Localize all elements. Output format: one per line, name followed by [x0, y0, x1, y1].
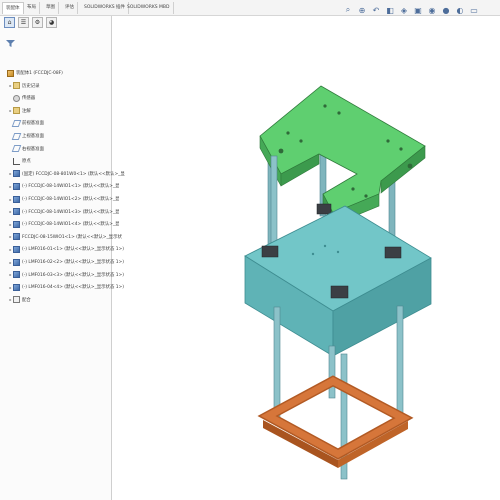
tree-item-label: (-) LMF016-02<2> (默认<<默认>_显示状态 1>) — [22, 260, 124, 265]
tree-item-label: (-) LMF016-04<4> (默认<<默认>_显示状态 1>) — [22, 285, 124, 291]
tree-item[interactable]: ▸ (-) LMF016-02<2> (默认<<默认>_显示状态 1>) — [8, 257, 124, 267]
part-icon — [13, 233, 20, 241]
tree-item[interactable]: ▸ (-) LMF016-03<3> (默认<<默认>_显示状态 1>) — [8, 270, 124, 280]
plane-icon — [11, 119, 22, 127]
tree-item[interactable]: 右视基准面 — [8, 144, 44, 154]
display-style-icon[interactable]: ▣ — [413, 5, 423, 15]
configuration-manager-icon[interactable]: ⚙ — [32, 17, 43, 28]
tree-item-label: (-) LMF016-03<3> (默认<<默认>_显示状态 1>) — [22, 272, 124, 278]
previous-view-icon[interactable]: ↶ — [371, 5, 381, 15]
bushing-back — [316, 203, 332, 215]
part-icon — [13, 271, 20, 279]
tree-item-label: 前视基准面 — [22, 121, 44, 127]
display-settings-icon[interactable]: ▭ — [469, 5, 479, 15]
tree-item[interactable]: ▸ FCCDJC-08-15WIO1<1> (默认<<默认>_显示状 — [8, 232, 122, 242]
part-icon — [13, 245, 20, 253]
tree-item[interactable]: ▸ (-) FCCDJC-08-14WIO1<4> (默认<<默认>_显 — [8, 219, 119, 229]
tab-sketch[interactable]: 草图 — [43, 2, 59, 14]
tree-item[interactable]: 前视基准面 — [8, 118, 44, 128]
tab-layout[interactable]: 布局 — [24, 2, 40, 14]
part-icon — [13, 258, 20, 266]
tab-evaluate[interactable]: 评估 — [62, 2, 78, 14]
top-plate — [259, 85, 426, 226]
tree-item-label: 历史记录 — [22, 83, 40, 89]
folder-icon — [13, 82, 20, 90]
tree-item[interactable]: ▸ (-) LMF016-04<4> (默认<<默认>_显示状态 1>) — [8, 282, 124, 292]
display-manager-icon[interactable]: ◕ — [46, 17, 57, 28]
tab-solidworks-mbd[interactable]: SOLIDWORKS MBD — [124, 2, 174, 14]
part-icon — [13, 208, 20, 216]
plane-icon — [11, 132, 22, 140]
tree-item-label: 装配体1 (FCCDJC-08F) — [16, 71, 63, 76]
tree-item-label: 注解 — [22, 108, 31, 114]
tree-item-label: 右视基准面 — [22, 146, 44, 152]
folder-icon — [13, 107, 20, 115]
tab-assembly[interactable]: 装配体 — [2, 2, 24, 14]
tab-solidworks-addins[interactable]: SOLIDWORKS 插件 — [81, 2, 130, 14]
tree-item-label: (-) FCCDJC-08-14WIO1<3> (默认<<默认>_显 — [22, 209, 120, 215]
filter-icon[interactable] — [6, 40, 15, 47]
part-icon — [13, 182, 20, 190]
part-icon — [13, 195, 20, 203]
tree-item-label: FCCDJC-08-15WIO1<1> (默认<<默认>_显示状 — [22, 234, 122, 240]
tree-item[interactable]: ▸ (-) FCCDJC-08-14WIO1<3> (默认<<默认>_显 — [8, 207, 119, 217]
part-icon — [13, 170, 20, 178]
part-icon — [13, 283, 20, 291]
feature-manager-icon[interactable]: ⌂ — [4, 17, 15, 28]
zoom-to-fit-icon[interactable]: ⌕ — [343, 5, 353, 15]
tree-item-label: (-) FCCDJC-08-14WIO1<4> (默认<<默认>_显 — [22, 222, 120, 228]
origin-icon — [13, 157, 20, 165]
mate-icon — [13, 296, 20, 304]
tree-item[interactable]: ▸ 注解 — [8, 106, 31, 116]
tree-item[interactable]: ▸ (-) FCCDJC-08-14WIO1<2> (默认<<默认>_显 — [8, 194, 119, 204]
tree-item-label: (-) FCCDJC-08-14WIO1<2> (默认<<默认>_显 — [22, 197, 120, 202]
tree-item[interactable]: ▸ (固定) FCCDJC-08-801W0<1> (默认<<默认>_显 — [8, 169, 125, 179]
tree-item-label: (-) LMF016-01<1> (默认<<默认>_显示状态 1>) — [22, 247, 124, 253]
tree-item[interactable]: ▸ 历史记录 — [8, 81, 40, 91]
view-orientation-icon[interactable]: ◈ — [399, 5, 409, 15]
manager-tabs: ⌂ ☰ ⚙ ◕ — [4, 17, 57, 28]
section-view-icon[interactable]: ◧ — [385, 5, 395, 15]
tree-item[interactable]: 传感器 — [8, 93, 35, 103]
tree-item[interactable]: 上视基准面 — [8, 131, 44, 141]
tree-item-label: (固定) FCCDJC-08-801W0<1> (默认<<默认>_显 — [22, 171, 125, 177]
base-frame — [257, 375, 414, 468]
graphics-area[interactable] — [113, 16, 500, 500]
sensor-icon — [13, 94, 20, 102]
edit-appearance-icon[interactable]: ● — [441, 5, 451, 15]
tree-item-label: (-) FCCDJC-08-14WIO1<1> (默认<<默认>_显 — [22, 184, 120, 190]
part-icon — [13, 220, 20, 228]
tree-item[interactable]: 原点 — [8, 156, 31, 166]
tree-item[interactable]: ▸ (-) FCCDJC-08-14WIO1<1> (默认<<默认>_显 — [8, 181, 119, 191]
property-manager-icon[interactable]: ☰ — [18, 17, 29, 28]
tree-item[interactable]: ▸ 配合 — [8, 295, 31, 305]
tree-item-label: 配合 — [22, 297, 31, 303]
asm-icon — [7, 69, 14, 77]
plane-icon — [11, 145, 22, 153]
hide-show-icon[interactable]: ◉ — [427, 5, 437, 15]
tree-item-label: 原点 — [22, 159, 31, 165]
tree-item[interactable]: ▸ (-) LMF016-01<1> (默认<<默认>_显示状态 1>) — [8, 244, 124, 254]
tree-item-label: 传感器 — [22, 96, 36, 102]
tree-item-label: 上视基准面 — [22, 134, 44, 139]
zoom-area-icon[interactable]: ⊕ — [357, 5, 367, 15]
tree-item[interactable]: 装配体1 (FCCDJC-08F) — [2, 68, 63, 78]
scene-icon[interactable]: ◐ — [455, 5, 465, 15]
